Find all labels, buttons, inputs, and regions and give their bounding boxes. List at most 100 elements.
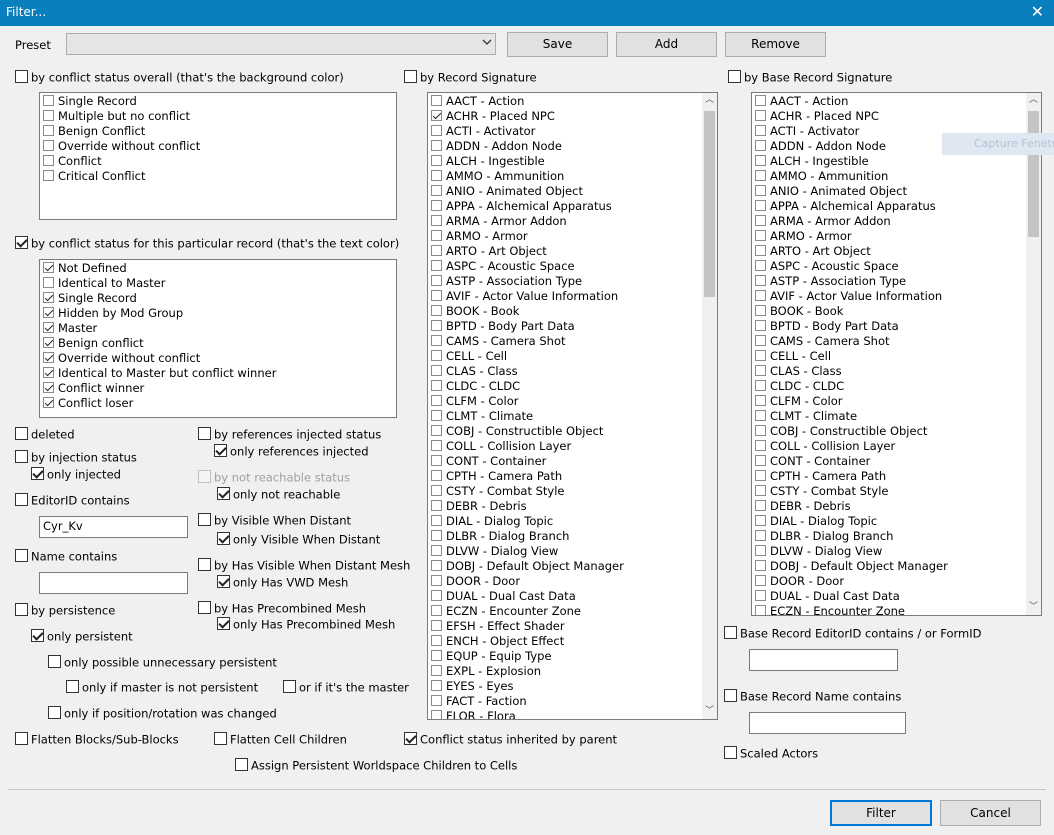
flatten-cell-checkbox[interactable]: Flatten Cell Children bbox=[214, 731, 347, 747]
checkbox-icon[interactable] bbox=[431, 260, 442, 271]
checkbox-icon[interactable] bbox=[431, 350, 442, 361]
list-item[interactable]: ALCH - Ingestible bbox=[752, 154, 1041, 169]
checkbox-icon[interactable] bbox=[431, 95, 442, 106]
checkbox-icon[interactable] bbox=[755, 365, 766, 376]
conflict-record-list[interactable]: Not Defined Identical to Master Single Rec… bbox=[39, 259, 397, 418]
record-signature-list[interactable]: AACT - Action ACHR - Placed NPC ACTI - Act… bbox=[427, 92, 718, 720]
checkbox-icon[interactable] bbox=[431, 635, 442, 646]
checkbox-icon[interactable] bbox=[431, 170, 442, 181]
checkbox-icon[interactable] bbox=[755, 560, 766, 571]
list-item[interactable]: CONT - Container bbox=[752, 454, 1041, 469]
checkbox-icon[interactable] bbox=[755, 305, 766, 316]
checkbox-icon[interactable] bbox=[431, 365, 442, 376]
preset-combo[interactable] bbox=[66, 33, 496, 55]
list-item[interactable]: AACT - Action bbox=[428, 94, 717, 109]
list-item[interactable]: CLAS - Class bbox=[752, 364, 1041, 379]
name-input[interactable] bbox=[39, 572, 188, 594]
list-item[interactable]: CLDC - CLDC bbox=[428, 379, 717, 394]
list-item[interactable]: Benign Conflict bbox=[40, 124, 396, 139]
checkbox-icon[interactable] bbox=[755, 425, 766, 436]
list-item[interactable]: APPA - Alchemical Apparatus bbox=[752, 199, 1041, 214]
checkbox-icon[interactable] bbox=[43, 95, 54, 106]
checkbox-icon[interactable] bbox=[43, 140, 54, 151]
conflict-overall-checkbox[interactable]: by conflict status overall (that's the b… bbox=[15, 69, 344, 85]
list-item[interactable]: CPTH - Camera Path bbox=[428, 469, 717, 484]
checkbox-icon[interactable] bbox=[755, 155, 766, 166]
injection-checkbox[interactable]: by injection status bbox=[15, 449, 137, 465]
checkbox-icon[interactable] bbox=[43, 277, 54, 288]
checkbox-icon[interactable] bbox=[43, 155, 54, 166]
list-item[interactable]: Single Record bbox=[40, 94, 396, 109]
checkbox-icon[interactable] bbox=[431, 290, 442, 301]
list-item[interactable]: CPTH - Camera Path bbox=[752, 469, 1041, 484]
checkbox-icon[interactable] bbox=[431, 110, 442, 121]
list-item[interactable]: ECZN - Encounter Zone bbox=[428, 604, 717, 619]
list-item[interactable]: ASPC - Acoustic Space bbox=[752, 259, 1041, 274]
only-precombined-checkbox[interactable]: only Has Precombined Mesh bbox=[217, 616, 395, 632]
checkbox-icon[interactable] bbox=[755, 245, 766, 256]
list-item[interactable]: COLL - Collision Layer bbox=[428, 439, 717, 454]
base-editorid-input[interactable] bbox=[749, 649, 898, 671]
list-item[interactable]: COLL - Collision Layer bbox=[752, 439, 1041, 454]
checkbox-icon[interactable] bbox=[755, 125, 766, 136]
list-item[interactable]: AVIF - Actor Value Information bbox=[428, 289, 717, 304]
checkbox-icon[interactable] bbox=[43, 337, 54, 348]
scrollbar-thumb[interactable] bbox=[704, 111, 715, 297]
checkbox-icon[interactable] bbox=[755, 530, 766, 541]
checkbox-icon[interactable] bbox=[755, 350, 766, 361]
checkbox-icon[interactable] bbox=[755, 335, 766, 346]
checkbox-icon[interactable] bbox=[431, 320, 442, 331]
base-editorid-checkbox[interactable]: Base Record EditorID contains / or FormI… bbox=[724, 625, 981, 641]
checkbox-icon[interactable] bbox=[755, 545, 766, 556]
checkbox-icon[interactable] bbox=[431, 305, 442, 316]
scrollbar[interactable]: ︿ ﹀ bbox=[702, 93, 717, 719]
list-item[interactable]: ADDN - Addon Node bbox=[428, 139, 717, 154]
list-item[interactable]: ARTO - Art Object bbox=[752, 244, 1041, 259]
list-item[interactable]: AACT - Action bbox=[752, 94, 1041, 109]
list-item[interactable]: DLVW - Dialog View bbox=[752, 544, 1041, 559]
list-item[interactable]: ACHR - Placed NPC bbox=[752, 109, 1041, 124]
list-item[interactable]: ASPC - Acoustic Space bbox=[428, 259, 717, 274]
list-item[interactable]: DLBR - Dialog Branch bbox=[428, 529, 717, 544]
checkbox-icon[interactable] bbox=[431, 395, 442, 406]
list-item[interactable]: Single Record bbox=[40, 291, 396, 306]
checkbox-icon[interactable] bbox=[755, 440, 766, 451]
list-item[interactable]: ARMA - Armor Addon bbox=[428, 214, 717, 229]
chevron-down-icon[interactable]: ﹀ bbox=[702, 704, 717, 719]
only-refs-injected-checkbox[interactable]: only references injected bbox=[214, 443, 369, 459]
checkbox-icon[interactable] bbox=[15, 70, 28, 83]
conflict-overall-list[interactable]: Single Record Multiple but no conflict Ben… bbox=[39, 92, 397, 220]
checkbox-icon[interactable] bbox=[431, 470, 442, 481]
checkbox-icon[interactable] bbox=[431, 200, 442, 211]
chevron-down-icon[interactable]: ﹀ bbox=[1026, 600, 1041, 615]
remove-button[interactable]: Remove bbox=[725, 32, 826, 57]
checkbox-icon[interactable] bbox=[755, 470, 766, 481]
list-item[interactable]: ANIO - Animated Object bbox=[428, 184, 717, 199]
list-item[interactable]: CLFM - Color bbox=[752, 394, 1041, 409]
list-item[interactable]: BOOK - Book bbox=[428, 304, 717, 319]
checkbox-icon[interactable] bbox=[431, 605, 442, 616]
persistence-checkbox[interactable]: by persistence bbox=[15, 602, 115, 618]
list-item[interactable]: COBJ - Constructible Object bbox=[428, 424, 717, 439]
checkbox-icon[interactable] bbox=[43, 110, 54, 121]
deleted-checkbox[interactable]: deleted bbox=[15, 426, 75, 442]
checkbox-icon[interactable] bbox=[431, 680, 442, 691]
base-signature-list[interactable]: AACT - Action ACHR - Placed NPC ACTI - Act… bbox=[751, 92, 1042, 616]
only-master-not-persistent-checkbox[interactable]: only if master is not persistent bbox=[66, 679, 258, 695]
checkbox-icon[interactable] bbox=[431, 620, 442, 631]
list-item[interactable]: ANIO - Animated Object bbox=[752, 184, 1041, 199]
checkbox-icon[interactable] bbox=[431, 695, 442, 706]
list-item[interactable]: Conflict bbox=[40, 154, 396, 169]
close-icon[interactable]: ✕ bbox=[1031, 3, 1044, 21]
checkbox-icon[interactable] bbox=[755, 500, 766, 511]
list-item[interactable]: AMMO - Ammunition bbox=[428, 169, 717, 184]
checkbox-icon[interactable] bbox=[43, 352, 54, 363]
checkbox-icon[interactable] bbox=[431, 710, 442, 719]
checkbox-icon[interactable] bbox=[755, 275, 766, 286]
list-item[interactable]: Override without conflict bbox=[40, 351, 396, 366]
list-item[interactable]: CLMT - Climate bbox=[752, 409, 1041, 424]
checkbox-icon[interactable] bbox=[431, 665, 442, 676]
list-item[interactable]: Conflict loser bbox=[40, 396, 396, 411]
scaled-actors-checkbox[interactable]: Scaled Actors bbox=[724, 745, 818, 761]
list-item[interactable]: DOOR - Door bbox=[752, 574, 1041, 589]
